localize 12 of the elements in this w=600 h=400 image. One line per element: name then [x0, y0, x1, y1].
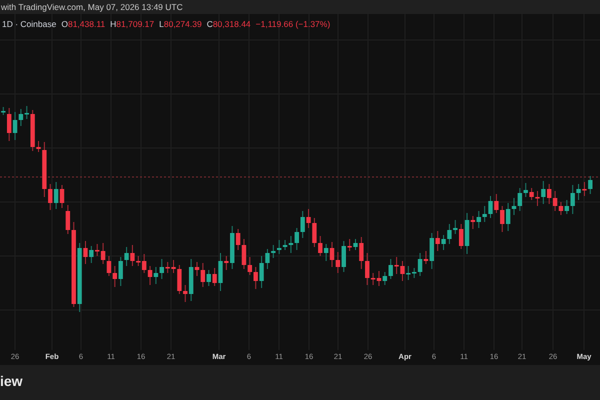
logo-text: iew — [0, 372, 23, 388]
ohlc-value: 81,709.17 — [116, 19, 154, 29]
ohlc-value: 80,274.39 — [164, 19, 202, 29]
ohlc-value: 80,318.44 — [212, 19, 251, 29]
ohlc-letter: L — [159, 19, 164, 29]
ohlc-letter: O — [61, 19, 68, 29]
attribution-text: with TradingView.com, May 07, 2026 13:49 UTC — [1, 2, 183, 12]
ohlc-letter: H — [110, 19, 116, 29]
symbol-label: 1D · Coinbase — [2, 19, 56, 29]
ohlc-value: 81,438.11 — [68, 19, 106, 29]
price-change: −1,119.66 (−1.37%) — [256, 19, 330, 29]
ohlc-letter: C — [206, 19, 213, 29]
